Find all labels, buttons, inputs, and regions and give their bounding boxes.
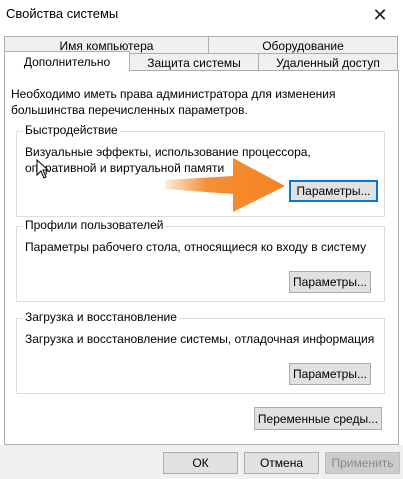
group-profiles-title: Профили пользователей	[23, 218, 166, 232]
ok-button[interactable]: ОК	[163, 452, 238, 474]
title-bar: Свойства системы ✕	[0, 0, 403, 30]
group-profiles-text: Параметры рабочего стола, относящиеся ко…	[25, 240, 367, 254]
tab-remote-access[interactable]: Удаленный доступ	[259, 53, 398, 71]
startup-settings-button[interactable]: Параметры...	[289, 363, 371, 385]
window-title: Свойства системы	[6, 6, 119, 21]
group-performance-title: Быстродействие	[23, 123, 120, 137]
tab-advanced[interactable]: Дополнительно	[4, 51, 130, 71]
group-startup-recovery: Загрузка и восстановление Загрузка и вос…	[16, 310, 385, 394]
tab-system-protection[interactable]: Защита системы	[130, 53, 259, 71]
tab-hardware[interactable]: Оборудование	[209, 36, 398, 54]
dialog-footer: ОК Отмена Применить	[0, 445, 403, 479]
group-user-profiles: Профили пользователей Параметры рабочего…	[16, 218, 385, 302]
admin-note: Необходимо иметь права администратора дл…	[11, 87, 336, 117]
apply-button[interactable]: Применить	[325, 452, 400, 474]
mouse-cursor-icon	[36, 159, 50, 179]
profiles-settings-button[interactable]: Параметры...	[289, 271, 371, 293]
group-startup-text: Загрузка и восстановление системы, отлад…	[25, 332, 375, 346]
tab-panel-advanced: Необходимо иметь права администратора дл…	[4, 70, 399, 445]
environment-variables-button[interactable]: Переменные среды...	[254, 407, 382, 430]
cancel-button[interactable]: Отмена	[244, 452, 319, 474]
close-icon[interactable]: ✕	[357, 0, 403, 30]
performance-settings-button[interactable]: Параметры...	[289, 180, 378, 202]
tab-row-front: Дополнительно Защита системы Удаленный д…	[4, 51, 398, 71]
annotation-arrow-icon	[165, 158, 285, 212]
group-startup-title: Загрузка и восстановление	[23, 310, 179, 324]
